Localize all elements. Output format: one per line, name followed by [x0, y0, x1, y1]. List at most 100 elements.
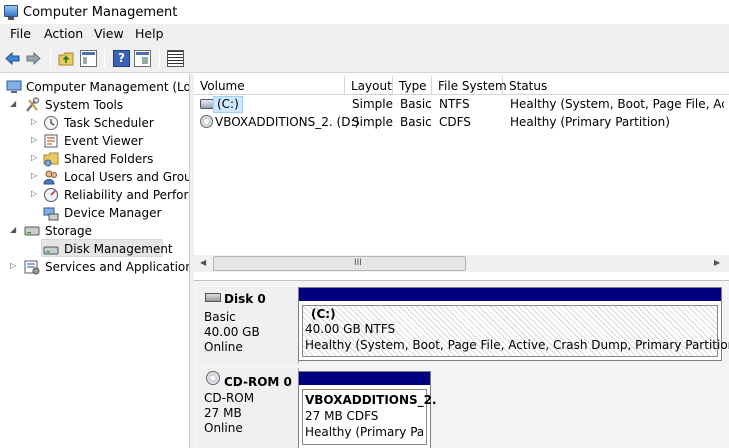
tree-label: Local Users and Groups [64, 170, 189, 184]
expand-triangle-icon[interactable]: ▷ [10, 261, 16, 270]
tree-item-task-scheduler[interactable]: ▷ Task Scheduler [0, 114, 189, 132]
forward-arrow-icon[interactable] [25, 50, 42, 67]
computer-icon [6, 80, 22, 93]
horizontal-scrollbar[interactable]: ◀ III ▶ [194, 255, 729, 272]
disk-0-label[interactable]: Disk 0 Basic 40.00 GB Online [198, 287, 299, 364]
column-header-volume[interactable]: Volume [194, 76, 345, 95]
tree-label: Device Manager [64, 206, 162, 220]
tree-label: Computer Management (Local) [26, 80, 190, 94]
volume-name: (C:) [217, 97, 239, 111]
performance-icon [44, 188, 58, 202]
partition-label: (C:) [311, 307, 336, 321]
expand-triangle-icon[interactable]: ▷ [31, 171, 37, 180]
disk-graphical-view: Disk 0 Basic 40.00 GB Online (C:) 40.00 … [194, 280, 729, 448]
menu-action[interactable]: Action [44, 26, 83, 41]
tree-item-reliability-and-performance[interactable]: ▷ Reliability and Performance [0, 186, 189, 204]
tree-item-event-viewer[interactable]: ▷ Event Viewer [0, 132, 189, 150]
disk-state: Online [204, 340, 243, 354]
column-header-layout[interactable]: Layout [345, 76, 393, 95]
partition-status: Healthy (Primary Partition) [305, 425, 423, 439]
properties-icon[interactable] [167, 50, 184, 67]
toolbar: ? [0, 44, 729, 73]
tree-item-disk-management[interactable]: Disk Management [0, 240, 189, 258]
expand-triangle-icon[interactable]: ▷ [31, 135, 37, 144]
up-folder-icon[interactable] [58, 50, 75, 67]
volume-layout: Simple [352, 97, 393, 111]
expand-triangle-icon[interactable]: ▷ [31, 189, 37, 198]
expand-triangle-icon[interactable]: ▷ [31, 117, 37, 126]
hard-disk-icon [205, 293, 221, 302]
volume-layout: Simple [352, 115, 393, 129]
tree-label: Reliability and Performance [64, 188, 189, 202]
help-icon[interactable]: ? [113, 50, 130, 67]
scroll-right-arrow-icon[interactable]: ▶ [714, 258, 720, 267]
table-row[interactable]: VBOXADDITIONS_2. (D:) Simple Basic CDFS … [194, 114, 729, 131]
tree-item-services-and-applications[interactable]: ▷ Services and Applications [0, 258, 190, 276]
volume-status: Healthy (Primary Partition) [510, 115, 670, 129]
tools-icon [26, 97, 40, 112]
disk-state: Online [204, 421, 243, 435]
window-title: Computer Management [23, 5, 178, 20]
partition-size-fs: 27 MB CDFS [305, 409, 379, 423]
cd-rom-icon [206, 371, 220, 385]
scroll-left-arrow-icon[interactable]: ◀ [200, 258, 206, 267]
tree-label: Storage [45, 224, 92, 238]
partition-header-bar [299, 372, 430, 385]
tree-item-computer-management[interactable]: Computer Management (Local) [0, 78, 190, 96]
scrollbar-thumb[interactable]: III [213, 256, 466, 271]
partition-label: VBOXADDITIONS_2. [305, 393, 437, 407]
tree-item-storage[interactable]: ◢ Storage [0, 222, 189, 240]
volume-file-system: CDFS [439, 115, 471, 129]
partition-body: (C:) 40.00 GB NTFS Healthy (System, Boot… [302, 305, 729, 357]
cd-drive-icon [200, 115, 213, 128]
toolbar-separator [104, 50, 105, 68]
tree-label: System Tools [45, 98, 124, 112]
collapse-triangle-icon[interactable]: ◢ [10, 99, 16, 108]
partition-c[interactable]: (C:) 40.00 GB NTFS Healthy (System, Boot… [298, 287, 729, 361]
volume-list: Volume Layout Type File System Status (C… [194, 76, 729, 273]
cdrom-0-label[interactable]: CD-ROM 0 CD-ROM 27 MB Online [198, 368, 299, 448]
show-hide-tree-icon[interactable] [80, 50, 97, 67]
storage-icon [24, 226, 40, 236]
volume-list-header: Volume Layout Type File System Status [194, 76, 729, 95]
menu-file[interactable]: File [10, 26, 31, 41]
users-icon [43, 170, 57, 185]
disk-name: CD-ROM 0 [224, 375, 292, 389]
table-row[interactable]: (C:) Simple Basic NTFS Healthy (System, … [194, 96, 729, 113]
partition-header-bar [299, 288, 721, 301]
event-viewer-icon [44, 134, 58, 148]
volume-file-system: NTFS [439, 97, 470, 111]
tree-item-system-tools[interactable]: ◢ System Tools [0, 96, 189, 114]
tree-label: Services and Applications [45, 260, 190, 274]
device-manager-icon [43, 207, 59, 221]
partition-size-fs: 40.00 GB NTFS [305, 322, 396, 336]
volume-type: Basic [400, 115, 432, 129]
services-icon [24, 260, 40, 275]
tree-label: Shared Folders [64, 152, 154, 166]
menu-help[interactable]: Help [135, 26, 164, 41]
disk-kind: CD-ROM [204, 391, 255, 405]
column-header-file-system[interactable]: File System [432, 76, 507, 95]
toolbar-separator [50, 50, 51, 68]
menu-bar: File Action View Help [0, 24, 729, 44]
column-header-type[interactable]: Type [393, 76, 432, 95]
back-arrow-icon[interactable] [4, 50, 21, 67]
navigation-tree: Computer Management (Local) ◢ System Too… [0, 74, 190, 448]
disk-management-icon [43, 246, 59, 255]
menu-view[interactable]: View [94, 26, 124, 41]
tree-item-device-manager[interactable]: Device Manager [0, 204, 189, 222]
disk-size: 27 MB [204, 406, 242, 420]
volume-name: VBOXADDITIONS_2. (D:) [215, 115, 360, 129]
tree-item-shared-folders[interactable]: ▷ Shared Folders [0, 150, 189, 168]
show-hide-action-pane-icon[interactable] [134, 50, 151, 67]
volume-type: Basic [400, 97, 432, 111]
expand-triangle-icon[interactable]: ▷ [31, 153, 37, 162]
tree-label: Event Viewer [64, 134, 143, 148]
title-bar: Computer Management [0, 0, 729, 24]
partition-body: VBOXADDITIONS_2. 27 MB CDFS Healthy (Pri… [302, 389, 437, 445]
tree-item-local-users-and-groups[interactable]: ▷ Local Users and Groups [0, 168, 189, 186]
column-header-status[interactable]: Status [503, 76, 729, 95]
partition-d[interactable]: VBOXADDITIONS_2. 27 MB CDFS Healthy (Pri… [298, 371, 437, 448]
clock-icon [44, 116, 58, 130]
collapse-triangle-icon[interactable]: ◢ [10, 225, 16, 234]
